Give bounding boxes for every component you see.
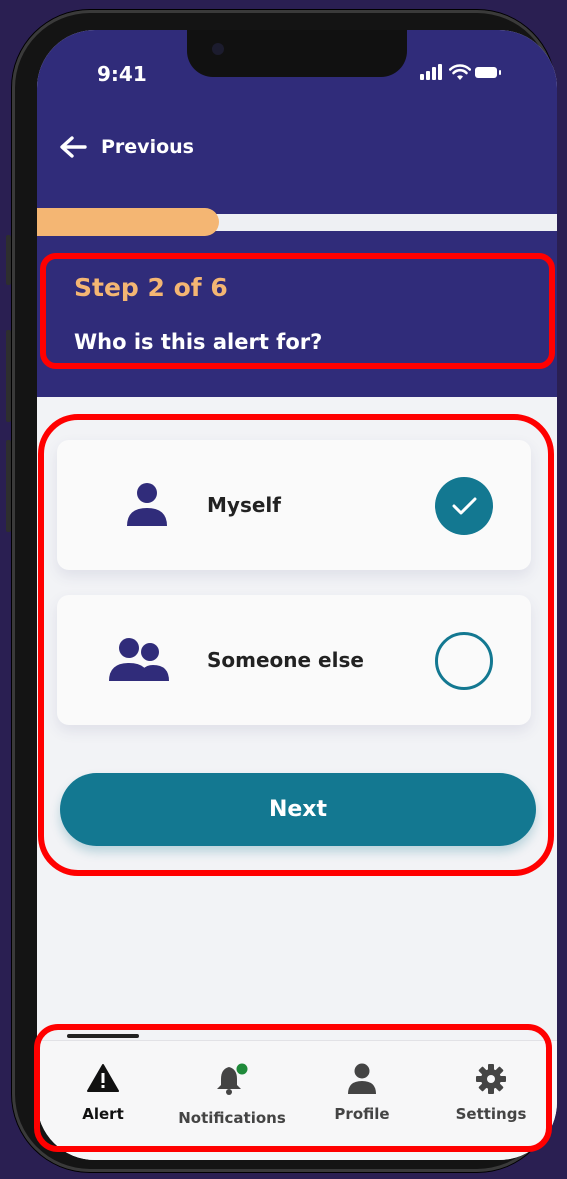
header: 9:41 Previous Step 2 of 6 Who is this al… [37,30,557,397]
people-icon [109,638,169,681]
progress-fill [37,208,219,236]
check-icon [452,497,477,515]
tab-label: Alert [82,1105,124,1123]
tab-alert[interactable]: Alert [38,1041,168,1141]
radio-unselected[interactable] [435,632,493,690]
bell-icon [217,1063,248,1095]
option-label: Someone else [207,648,364,672]
previous-label: Previous [101,136,194,158]
next-button[interactable]: Next [60,773,536,846]
tab-notifications[interactable]: Notifications [167,1041,297,1141]
status-icons [420,64,520,82]
phone-side-button [6,330,11,422]
person-icon [127,483,167,526]
wifi-icon [449,64,471,80]
battery-icon [475,67,497,78]
battery-tip [499,70,501,75]
tab-settings[interactable]: Settings [426,1041,556,1141]
arrow-left-icon [60,136,87,158]
tab-label: Settings [455,1105,527,1123]
radio-selected[interactable] [435,477,493,535]
tab-profile[interactable]: Profile [297,1041,427,1141]
gear-icon [476,1064,506,1094]
step-indicator: Step 2 of 6 [74,273,228,302]
bottom-tab-bar: Alert Notifications Profile Settings [37,1034,557,1160]
page-title: Who is this alert for? [74,330,323,354]
tab-label: Profile [334,1105,390,1123]
camera-icon [212,43,224,55]
previous-button[interactable]: Previous [59,130,194,164]
tab-label: Notifications [178,1109,286,1127]
person-icon [348,1063,376,1094]
option-myself[interactable]: Myself [57,440,531,570]
status-time: 9:41 [97,62,147,86]
phone-side-button [6,235,11,285]
option-someone-else[interactable]: Someone else [57,595,531,725]
progress-track [37,208,557,236]
notch [187,30,407,77]
option-label: Myself [207,493,281,517]
signal-icon [420,64,442,80]
active-tab-indicator [67,1034,139,1038]
warning-icon [87,1064,119,1092]
app-screen: 9:41 Previous Step 2 of 6 Who is this al… [37,30,557,1160]
phone-side-button [6,440,11,532]
